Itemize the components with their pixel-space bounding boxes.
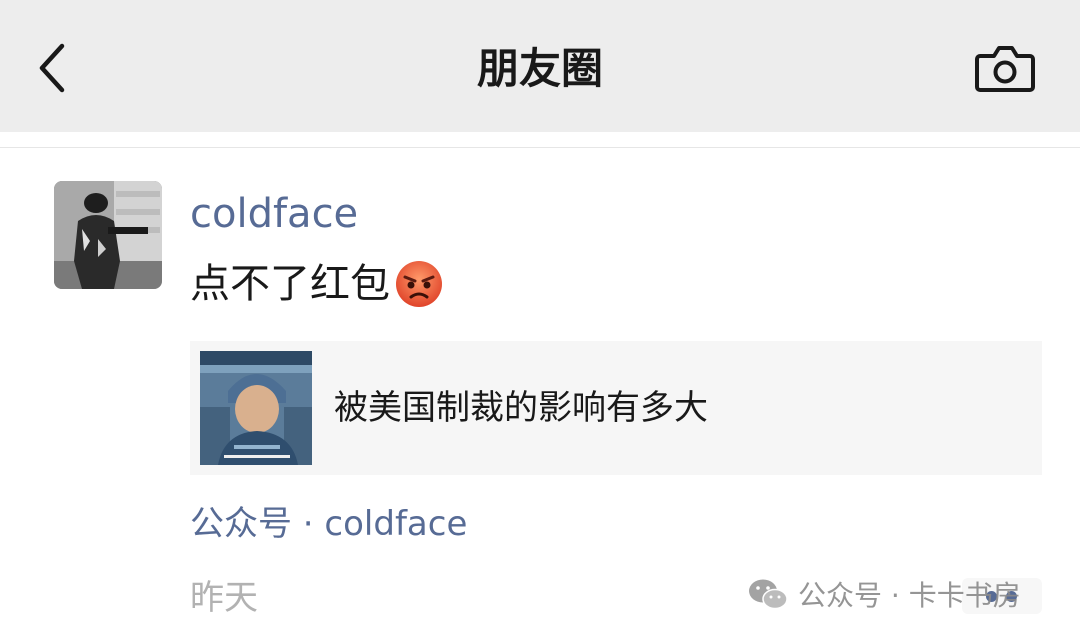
header-divider (0, 147, 1080, 148)
article-title: 被美国制裁的影响有多大 (334, 388, 708, 428)
post-timestamp: 昨天 (190, 578, 258, 618)
page-title: 朋友圈 (476, 44, 603, 93)
camera-icon (975, 46, 1035, 92)
back-button[interactable] (28, 40, 78, 96)
watermark-text: 公众号 · 卡卡书房 (798, 579, 1021, 612)
shared-article-card[interactable]: 被美国制裁的影响有多大 (190, 341, 1042, 475)
post-text: 点不了红包 (190, 254, 444, 314)
post-username[interactable]: coldface (190, 186, 358, 242)
angry-face-icon (396, 261, 442, 307)
chevron-left-icon (39, 43, 65, 93)
article-thumbnail (200, 351, 312, 465)
post-source[interactable]: 公众号 · coldface (190, 500, 467, 548)
watermark: 公众号 · 卡卡书房 (748, 572, 1021, 616)
article-thumbnail-image (200, 351, 312, 465)
avatar-image (54, 181, 162, 289)
top-nav-bar: 朋友圈 (0, 0, 1080, 132)
camera-button[interactable] (972, 42, 1038, 96)
post-text-content: 点不了红包 (190, 261, 390, 307)
wechat-icon (749, 579, 788, 610)
avatar[interactable] (54, 181, 162, 289)
